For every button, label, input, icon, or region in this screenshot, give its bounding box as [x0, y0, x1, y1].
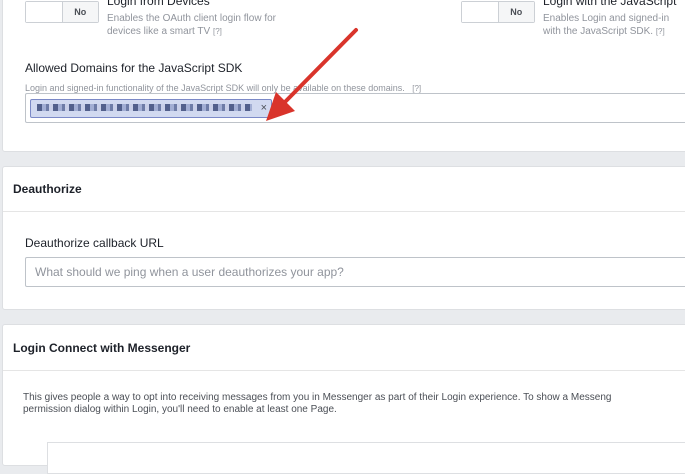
login-from-devices-toggle[interactable]: No [25, 1, 99, 23]
login-with-js-desc: Enables Login and signed-in with the Jav… [543, 12, 669, 38]
messenger-card: Login Connect with Messenger This gives … [2, 324, 685, 474]
allowed-domains-desc: Login and signed-in functionality of the… [25, 83, 421, 93]
toggle-knob [462, 2, 499, 22]
oauth-settings-card: No Login from Devices Enables the OAuth … [2, 0, 685, 152]
section-header: Deauthorize [3, 167, 685, 212]
deauthorize-callback-title: Deauthorize callback URL [25, 236, 164, 250]
desc-line: devices like a smart TV [107, 26, 211, 37]
login-with-js-title: Login with the JavaScript [543, 0, 677, 8]
help-link[interactable]: [?] [213, 27, 222, 36]
page-selector-input[interactable] [47, 442, 685, 474]
help-link[interactable]: [?] [656, 27, 665, 36]
desc-line: This gives people a way to opt into rece… [23, 392, 612, 403]
help-link[interactable]: [?] [412, 84, 421, 93]
redacted-domain-text [37, 104, 252, 111]
desc-line: Enables Login and signed-in [543, 13, 670, 24]
toggle-knob [26, 2, 63, 22]
login-with-js-toggle[interactable]: No [461, 1, 535, 23]
allowed-domains-title: Allowed Domains for the JavaScript SDK [25, 61, 243, 75]
deauthorize-callback-field[interactable] [26, 258, 685, 286]
allowed-domains-input[interactable]: × [25, 93, 685, 123]
toggle-no-label: No [498, 2, 534, 22]
login-from-devices-title: Login from Devices [107, 0, 210, 8]
deauthorize-card: Deauthorize Deauthorize callback URL [2, 166, 685, 310]
deauthorize-callback-input[interactable] [25, 257, 685, 287]
domain-token[interactable]: × [30, 99, 272, 118]
deauthorize-section-title: Deauthorize [13, 182, 82, 196]
toggle-no-label: No [62, 2, 98, 22]
remove-token-icon[interactable]: × [261, 100, 267, 117]
desc-line: Enables the OAuth client login flow for [107, 13, 276, 24]
text-caret [282, 100, 283, 115]
desc-line: with the JavaScript SDK. [543, 26, 654, 37]
messenger-section-title: Login Connect with Messenger [13, 341, 191, 355]
section-header: Login Connect with Messenger [3, 325, 685, 371]
desc-text: Login and signed-in functionality of the… [25, 83, 405, 93]
messenger-desc: This gives people a way to opt into rece… [23, 392, 685, 416]
desc-line: permission dialog within Login, you'll n… [23, 404, 337, 415]
login-from-devices-desc: Enables the OAuth client login flow for … [107, 12, 276, 38]
